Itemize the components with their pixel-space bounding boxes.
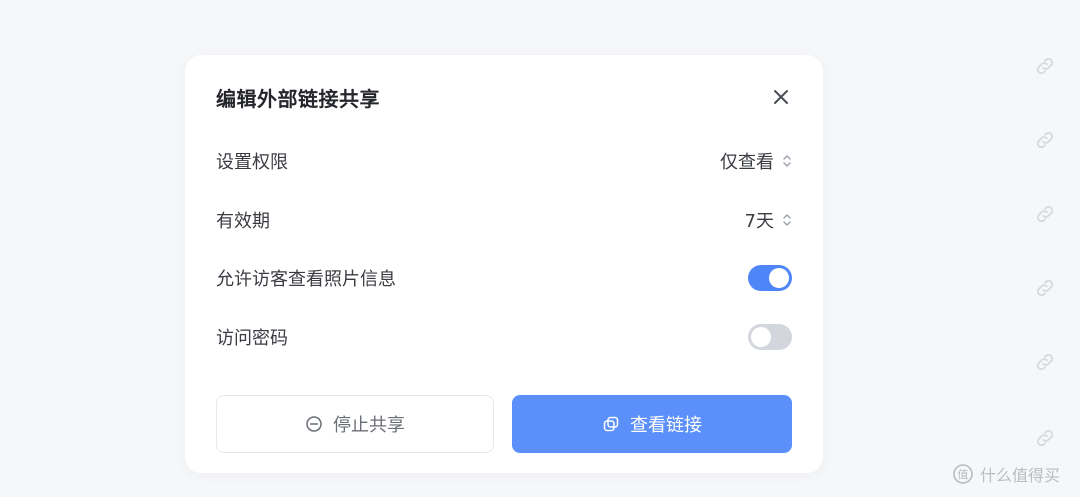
allow-photo-info-label: 允许访客查看照片信息 — [216, 269, 396, 290]
link-icon — [602, 415, 620, 433]
watermark-text: 什么值得买 — [980, 466, 1061, 485]
view-link-button[interactable]: 查看链接 — [512, 395, 792, 453]
link-icon[interactable] — [1034, 203, 1056, 225]
close-button[interactable] — [769, 85, 793, 109]
watermark: 值 什么值得买 — [952, 462, 1060, 486]
link-icon[interactable] — [1034, 351, 1056, 373]
stop-share-label: 停止共享 — [333, 415, 405, 436]
validity-value: 7天 — [744, 211, 774, 232]
minus-circle-icon — [305, 415, 323, 433]
toggle-knob — [751, 327, 771, 347]
permission-label: 设置权限 — [216, 152, 288, 173]
permission-row: 设置权限 仅查看 — [216, 146, 792, 176]
view-link-label: 查看链接 — [630, 415, 702, 436]
validity-label: 有效期 — [216, 211, 270, 232]
svg-text:值: 值 — [958, 468, 969, 481]
access-password-toggle[interactable] — [748, 324, 792, 350]
allow-photo-info-row: 允许访客查看照片信息 — [216, 263, 792, 293]
link-icon[interactable] — [1034, 129, 1056, 151]
page: 编辑外部链接共享 设置权限 仅查看 有效期 7天 允许访客查看照片信息 访问密码… — [0, 0, 1080, 497]
link-icon[interactable] — [1034, 427, 1056, 449]
updown-chevron-icon — [782, 212, 792, 228]
stop-share-button[interactable]: 停止共享 — [216, 395, 494, 453]
permission-select[interactable]: 仅查看 — [720, 148, 792, 174]
allow-photo-info-toggle[interactable] — [748, 265, 792, 291]
access-password-label: 访问密码 — [216, 328, 288, 349]
dialog-title: 编辑外部链接共享 — [216, 87, 380, 111]
toggle-knob — [769, 268, 789, 288]
close-icon — [774, 90, 788, 104]
updown-chevron-icon — [782, 153, 792, 169]
permission-value: 仅查看 — [720, 152, 774, 173]
share-link-dialog: 编辑外部链接共享 设置权限 仅查看 有效期 7天 允许访客查看照片信息 访问密码… — [185, 55, 823, 473]
access-password-row: 访问密码 — [216, 322, 792, 352]
validity-row: 有效期 7天 — [216, 205, 792, 235]
link-icon[interactable] — [1034, 277, 1056, 299]
validity-select[interactable]: 7天 — [745, 207, 792, 233]
smzdm-logo-icon: 值 — [952, 463, 974, 485]
link-icon[interactable] — [1034, 55, 1056, 77]
